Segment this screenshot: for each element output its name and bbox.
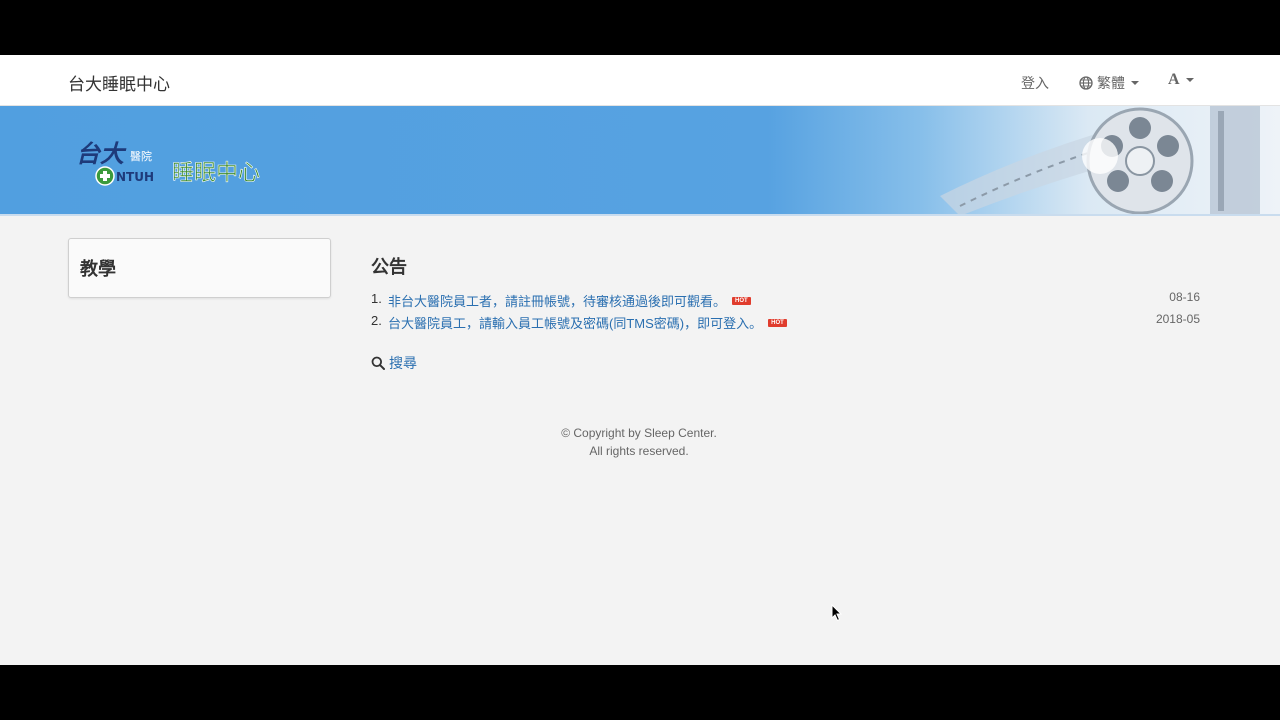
ntuh-logo[interactable]: 台大 醫院 NTUH 睡眠中心 [74, 136, 289, 192]
header-banner: 台大 醫院 NTUH 睡眠中心 [0, 106, 1280, 216]
announcement-text: 台大醫院員工，請輸入員工帳號及密碼(同TMS密碼)，即可登入。 [388, 316, 763, 331]
announcement-item: 1. 非台大醫院員工者，請註冊帳號，待審核通過後即可觀看。 HOT 08-16 [371, 290, 1201, 310]
copyright-text: © Copyright by Sleep Center. [561, 426, 717, 440]
announcement-item: 2. 台大醫院員工，請輸入員工帳號及密碼(同TMS密碼)，即可登入。 HOT 2… [371, 312, 1201, 332]
font-size-dropdown[interactable]: A [1168, 71, 1194, 89]
page: 台大睡眠中心 登入 繁體 A 台大 醫院 NTUH 睡眠中心 教學 公告 1. … [0, 55, 1280, 665]
search-label: 搜尋 [389, 355, 417, 371]
logo-mark-text: 台大 [76, 139, 127, 168]
sidebar-panel: 教學 [68, 238, 331, 298]
language-label: 繁體 [1097, 75, 1125, 91]
footer: © Copyright by Sleep Center. All rights … [0, 424, 1278, 460]
announcements-title: 公告 [371, 257, 407, 277]
search-icon [371, 356, 385, 370]
film-reel-icon [940, 106, 1260, 214]
announcement-link[interactable]: 台大醫院員工，請輸入員工帳號及密碼(同TMS密碼)，即可登入。 HOT [388, 313, 787, 332]
hot-badge: HOT [732, 296, 751, 305]
logo-hospital-text: 醫院 [130, 149, 152, 163]
login-link[interactable]: 登入 [1021, 73, 1049, 93]
logo-ntuh-text: NTUH [116, 170, 154, 184]
chevron-down-icon [1131, 81, 1139, 85]
announcement-date: 2018-05 [1155, 312, 1200, 326]
hot-badge: HOT [768, 318, 787, 327]
navbar: 台大睡眠中心 登入 繁體 A [0, 55, 1280, 106]
announcement-number: 2. [371, 313, 382, 328]
announcement-text: 非台大醫院員工者，請註冊帳號，待審核通過後即可觀看。 [388, 294, 727, 309]
brand-link[interactable]: 台大睡眠中心 [68, 70, 170, 95]
letterbox-bottom [0, 665, 1280, 720]
announcement-link[interactable]: 非台大醫院員工者，請註冊帳號，待審核通過後即可觀看。 HOT [388, 291, 751, 310]
search-link[interactable]: 搜尋 [371, 353, 417, 373]
font-size-label: A [1168, 71, 1180, 88]
announcement-date: 08-16 [1169, 290, 1200, 304]
chevron-down-icon [1185, 78, 1194, 82]
announcement-number: 1. [371, 291, 382, 306]
logo-sleep-center-text: 睡眠中心 [172, 161, 260, 186]
globe-icon [1079, 76, 1093, 90]
mouse-cursor-icon [831, 604, 843, 622]
sidebar-title: 教學 [80, 259, 116, 279]
letterbox-top [0, 0, 1280, 55]
language-dropdown[interactable]: 繁體 [1079, 73, 1139, 93]
rights-text: All rights reserved. [589, 444, 689, 458]
